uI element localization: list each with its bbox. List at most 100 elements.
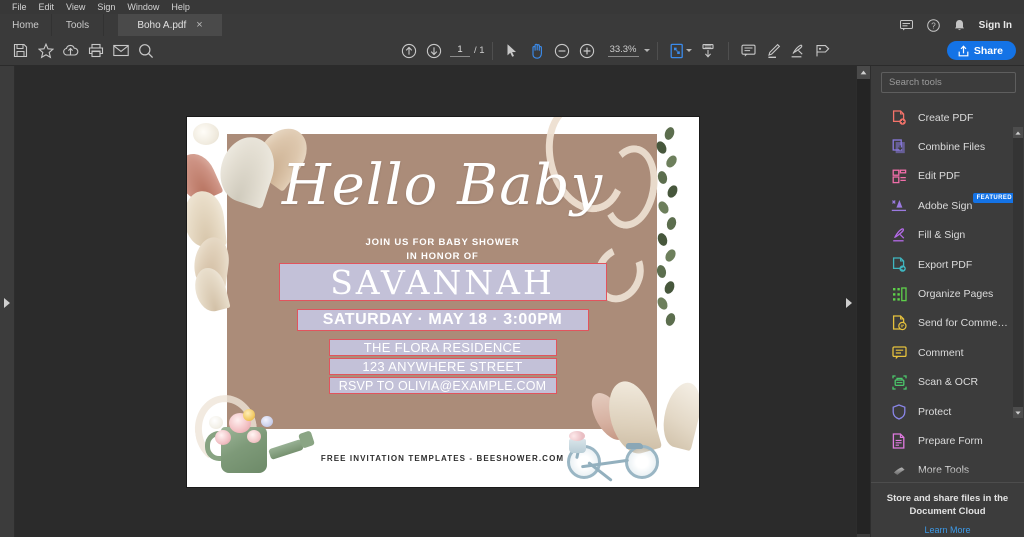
form-field-venue[interactable]: THE FLORA RESIDENCE bbox=[328, 339, 557, 356]
menu-edit[interactable]: Edit bbox=[33, 0, 61, 14]
tool-label: Fill & Sign bbox=[918, 229, 966, 242]
invitation-footer: FREE INVITATION TEMPLATES - BEESHOWER.CO… bbox=[320, 454, 565, 463]
acrobat-window: File Edit View Sign Window Help Home Too… bbox=[0, 0, 1024, 537]
menu-file[interactable]: File bbox=[6, 0, 33, 14]
tools-scrollbar-track[interactable] bbox=[1013, 138, 1023, 408]
search-tools-input[interactable]: Search tools bbox=[881, 72, 1016, 93]
share-upload-icon bbox=[958, 44, 969, 56]
page-fit-chevron-icon[interactable] bbox=[685, 49, 692, 52]
help-icon[interactable]: ? bbox=[926, 18, 940, 32]
tool-item-protect[interactable]: Protect bbox=[871, 397, 1024, 426]
tool-label: Export PDF bbox=[918, 258, 973, 271]
sign-icon[interactable] bbox=[786, 39, 811, 63]
menu-view[interactable]: View bbox=[60, 0, 91, 14]
next-page-icon[interactable] bbox=[421, 39, 446, 63]
cloud-upload-icon[interactable] bbox=[58, 39, 83, 63]
tool-label: Adobe Sign bbox=[918, 199, 973, 212]
scan-ocr-icon bbox=[891, 374, 907, 390]
scrollbar-thumb[interactable] bbox=[858, 79, 869, 534]
page-number-input[interactable]: 1 bbox=[450, 44, 470, 57]
comment-tool-icon bbox=[891, 345, 907, 361]
form-field-street[interactable]: 123 ANYWHERE STREET bbox=[328, 358, 557, 375]
sign-in-button[interactable]: Sign In bbox=[979, 20, 1012, 31]
zoom-level-dropdown[interactable]: 33.3% bbox=[607, 44, 650, 57]
tab-tools[interactable]: Tools bbox=[52, 14, 104, 36]
star-icon[interactable] bbox=[33, 39, 58, 63]
hand-tool-icon[interactable] bbox=[525, 39, 550, 63]
tab-home[interactable]: Home bbox=[0, 14, 52, 36]
tab-document-label: Boho A.pdf bbox=[137, 19, 187, 31]
tool-item-comment[interactable]: Comment bbox=[871, 338, 1024, 367]
search-tools-wrapper: Search tools bbox=[871, 66, 1024, 97]
featured-badge: FEATURED bbox=[972, 193, 1016, 204]
edit-pdf-icon bbox=[891, 168, 907, 184]
tool-label: Create PDF bbox=[918, 111, 974, 124]
chat-icon[interactable] bbox=[899, 19, 913, 31]
fill-and-sign-icon bbox=[891, 227, 907, 243]
main-toolbar: 1 / 1 33.3% Share bbox=[0, 36, 1024, 66]
menu-window[interactable]: Window bbox=[121, 0, 165, 14]
tools-scrollbar[interactable] bbox=[1013, 127, 1023, 419]
tool-item-create-pdf[interactable]: Create PDF bbox=[871, 103, 1024, 132]
toolbar-divider bbox=[491, 41, 493, 60]
learn-more-link[interactable]: Learn More bbox=[881, 525, 1014, 535]
tool-label: More Tools bbox=[918, 464, 970, 477]
adobe-sign-icon bbox=[891, 198, 907, 214]
form-field-date[interactable]: SATURDAY · MAY 18 · 3:00PM bbox=[296, 309, 589, 331]
expand-left-panel-icon[interactable] bbox=[4, 298, 10, 308]
tool-label: Protect bbox=[918, 405, 952, 418]
print-icon[interactable] bbox=[83, 39, 108, 63]
share-button-label: Share bbox=[973, 44, 1003, 57]
tools-scroll-up-icon[interactable] bbox=[1013, 127, 1023, 138]
page-display-icon[interactable] bbox=[696, 39, 721, 63]
document-viewport[interactable]: Hello Baby JOIN US FOR BABY SHOWER IN HO… bbox=[15, 66, 870, 537]
toolbar-divider-2 bbox=[656, 41, 658, 60]
export-pdf-icon bbox=[891, 256, 907, 273]
close-icon[interactable]: × bbox=[196, 19, 202, 31]
select-tool-icon[interactable] bbox=[500, 39, 525, 63]
menu-sign[interactable]: Sign bbox=[91, 0, 121, 14]
expand-right-panel-icon[interactable] bbox=[846, 298, 852, 308]
invitation-subtitle-1: JOIN US FOR BABY SHOWER bbox=[365, 237, 520, 248]
document-cloud-promo: Store and share files in the Document Cl… bbox=[871, 482, 1024, 537]
form-field-name[interactable]: SAVANNAH bbox=[278, 263, 607, 301]
stamp-icon[interactable] bbox=[811, 39, 836, 63]
invitation-artwork: Hello Baby JOIN US FOR BABY SHOWER IN HO… bbox=[186, 117, 699, 487]
menu-help[interactable]: Help bbox=[165, 0, 196, 14]
tab-bar: Home Tools Boho A.pdf × ? Sign In bbox=[0, 14, 1024, 36]
tool-label: Prepare Form bbox=[918, 434, 983, 447]
tool-item-combine-files[interactable]: Combine Files bbox=[871, 132, 1024, 161]
tool-item-organize-pages[interactable]: Organize Pages bbox=[871, 279, 1024, 308]
tool-item-send-for-comments[interactable]: Send for Comme… bbox=[871, 309, 1024, 338]
scroll-up-icon[interactable] bbox=[857, 66, 870, 79]
tab-document[interactable]: Boho A.pdf × bbox=[118, 14, 222, 36]
invitation-subtitle-2: IN HONOR OF bbox=[406, 251, 479, 262]
share-button[interactable]: Share bbox=[946, 41, 1016, 60]
highlight-icon[interactable] bbox=[761, 39, 786, 63]
zoom-out-icon[interactable] bbox=[550, 39, 575, 63]
tool-item-adobe-sign[interactable]: Adobe Sign FEATURED bbox=[871, 191, 1024, 220]
tool-label: Comment bbox=[918, 346, 964, 359]
tools-list: Create PDF Combine Files Edit PDF Adobe … bbox=[871, 97, 1024, 483]
tool-item-scan-and-ocr[interactable]: Scan & OCR bbox=[871, 368, 1024, 397]
tool-item-edit-pdf[interactable]: Edit PDF bbox=[871, 162, 1024, 191]
comment-icon[interactable] bbox=[736, 39, 761, 63]
search-icon[interactable] bbox=[133, 39, 158, 63]
chevron-down-icon bbox=[643, 49, 650, 52]
tools-scroll-down-icon[interactable] bbox=[1013, 407, 1023, 419]
bell-icon[interactable] bbox=[954, 19, 965, 32]
tool-label: Organize Pages bbox=[918, 288, 994, 301]
document-scrollbar[interactable] bbox=[856, 66, 870, 537]
form-field-rsvp[interactable]: RSVP TO OLIVIA@EXAMPLE.COM bbox=[328, 377, 557, 394]
tool-item-export-pdf[interactable]: Export PDF bbox=[871, 250, 1024, 279]
protect-icon bbox=[891, 403, 907, 420]
tool-item-fill-and-sign[interactable]: Fill & Sign bbox=[871, 221, 1024, 250]
zoom-in-icon[interactable] bbox=[575, 39, 600, 63]
previous-page-icon[interactable] bbox=[396, 39, 421, 63]
save-icon[interactable] bbox=[8, 39, 33, 63]
scrollbar-track[interactable] bbox=[857, 79, 870, 534]
tool-item-more-tools[interactable]: More Tools bbox=[871, 456, 1024, 483]
tool-item-prepare-form[interactable]: Prepare Form bbox=[871, 426, 1024, 455]
email-icon[interactable] bbox=[108, 39, 133, 63]
tab-bar-right: ? Sign In bbox=[899, 14, 1024, 36]
